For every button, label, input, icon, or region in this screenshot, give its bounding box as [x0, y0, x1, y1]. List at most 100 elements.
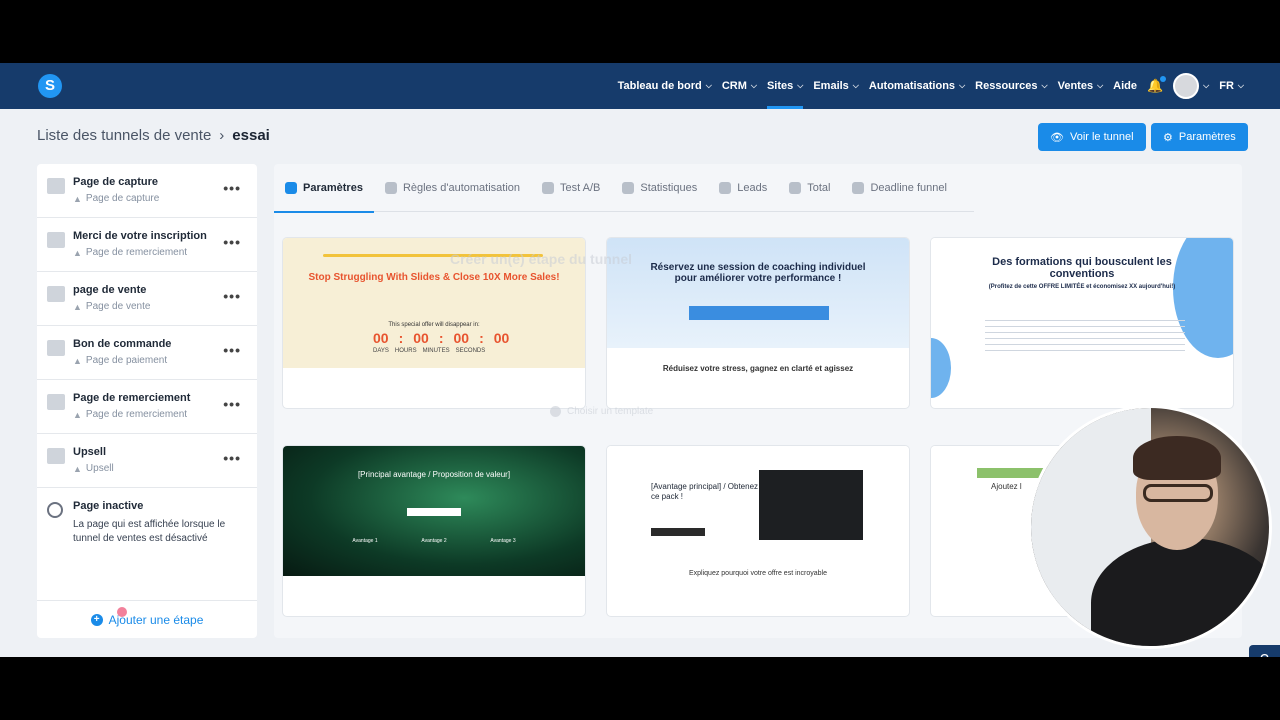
- chevron-down-icon: ⌵: [852, 81, 859, 90]
- bolt-icon: [384, 181, 397, 194]
- nav-item-aide[interactable]: Aide: [1113, 63, 1137, 109]
- sliders-icon: [285, 181, 297, 194]
- nav-item-sites[interactable]: Sites ⌵: [766, 63, 804, 109]
- template-card[interactable]: Réservez une session de coaching individ…: [607, 238, 909, 408]
- step-type: Page de remerciement: [85, 247, 188, 258]
- user-menu[interactable]: ⌵: [1173, 63, 1209, 109]
- webcam-overlay: [1028, 405, 1272, 649]
- more-options-icon[interactable]: •••: [223, 234, 241, 250]
- tab-bar: Paramètres Règles d'automatisation Test …: [274, 164, 974, 213]
- nav-item-ressources[interactable]: Ressources ⌵: [975, 63, 1047, 109]
- chevron-down-icon: ⌵: [750, 81, 757, 90]
- nav-item-crm[interactable]: CRM ⌵: [722, 63, 757, 109]
- step-type: Page de remerciement: [85, 409, 188, 420]
- help-button[interactable]: ?: [1249, 645, 1280, 657]
- settings-button[interactable]: ⚙ Paramètres: [1151, 123, 1248, 151]
- more-options-icon[interactable]: •••: [223, 450, 241, 466]
- template-thumbnail: [Avantage principal] / Obtenez ce pack !: [607, 446, 909, 576]
- check-icon: [550, 406, 561, 417]
- warning-icon: ▲: [73, 355, 82, 366]
- template-card[interactable]: Des formations qui bousculent les conven…: [931, 238, 1233, 408]
- disabled-icon: [47, 502, 63, 518]
- add-step-button[interactable]: + Ajouter une étape: [37, 600, 257, 638]
- breadcrumb-separator: ›: [219, 127, 225, 144]
- product-image: [759, 470, 863, 540]
- page-capture-icon: [47, 178, 65, 194]
- users-icon: [719, 181, 732, 194]
- notification-dot: [1160, 76, 1167, 82]
- more-options-icon[interactable]: •••: [223, 396, 241, 412]
- tab-deadline-funnel[interactable]: Deadline funnel: [841, 164, 957, 212]
- step-type: Page de capture: [85, 193, 160, 204]
- view-funnel-button[interactable]: 👁 Voir le tunnel: [1038, 123, 1146, 151]
- more-options-icon[interactable]: •••: [223, 342, 241, 358]
- image-icon: [47, 448, 65, 464]
- inactive-title: Page inactive: [73, 500, 144, 512]
- funnel-steps-list: Page de capture ▲ Page de capture ••• Mer…: [37, 164, 257, 638]
- tab-parametres[interactable]: Paramètres: [274, 164, 374, 213]
- clock-icon: [852, 181, 865, 194]
- nav-item-emails[interactable]: Emails ⌵: [813, 63, 859, 109]
- more-options-icon[interactable]: •••: [223, 288, 241, 304]
- avatar: [1173, 73, 1200, 99]
- step-item[interactable]: page de vente ▲ Page de vente •••: [37, 272, 257, 326]
- gear-icon: ⚙: [1163, 131, 1173, 144]
- step-type: Page de paiement: [85, 355, 168, 366]
- dollar-icon: [789, 181, 802, 194]
- breadcrumb-parent[interactable]: Liste des tunnels de vente: [37, 127, 211, 144]
- breadcrumb: Liste des tunnels de vente › essai: [37, 127, 270, 144]
- chevron-down-icon: ⌵: [1041, 81, 1048, 90]
- warning-icon: ▲: [73, 463, 82, 474]
- tab-regles-automatisation[interactable]: Règles d'automatisation: [374, 164, 531, 212]
- warning-icon: ▲: [73, 193, 82, 204]
- template-thumbnail: Réservez une session de coaching individ…: [607, 238, 909, 348]
- chart-icon: [622, 181, 635, 194]
- nav-item-tableau-de-bord[interactable]: Tableau de bord ⌵: [618, 63, 712, 109]
- language-selector[interactable]: FR ⌵: [1219, 63, 1244, 109]
- mouse-cursor: [117, 607, 127, 617]
- inactive-description: La page qui est affichée lorsque le tunn…: [73, 519, 226, 544]
- step-item[interactable]: Page de capture ▲ Page de capture •••: [37, 164, 257, 218]
- nav-item-automatisations[interactable]: Automatisations ⌵: [869, 63, 965, 109]
- step-item[interactable]: Upsell ▲ Upsell •••: [37, 434, 257, 488]
- tab-total[interactable]: Total: [778, 164, 841, 212]
- cart-check-icon: [47, 394, 65, 410]
- step-item[interactable]: Page de remerciement ▲ Page de remercieme…: [37, 380, 257, 434]
- tab-test-ab[interactable]: Test A/B: [531, 164, 611, 212]
- template-cta: [689, 306, 829, 320]
- breadcrumb-current: essai: [232, 127, 270, 144]
- top-navigation: S Tableau de bord ⌵ CRM ⌵ Sites ⌵ Emails ⌵ A…: [0, 63, 1280, 109]
- plus-icon: +: [90, 613, 103, 626]
- thank-you-icon: [47, 232, 65, 248]
- step-item[interactable]: Merci de votre inscription ▲ Page de reme…: [37, 218, 257, 272]
- step-type: Page de vente: [85, 301, 151, 312]
- modal-ghost-option: Choisir un template: [550, 406, 653, 417]
- chevron-down-icon: ⌵: [959, 81, 966, 90]
- modal-ghost-title: Créer un(e) étape du tunnel: [450, 251, 633, 267]
- notification-bell-icon[interactable]: 🔔: [1147, 76, 1167, 94]
- nav-item-ventes[interactable]: Ventes ⌵: [1058, 63, 1104, 109]
- inactive-page-item[interactable]: Page inactive La page qui est affichée l…: [37, 488, 257, 544]
- template-thumbnail: [Principal avantage / Proposition de val…: [283, 446, 585, 576]
- chevron-down-icon: ⌵: [1097, 81, 1104, 90]
- template-thumbnail: Des formations qui bousculent les conven…: [931, 238, 1233, 398]
- tab-leads[interactable]: Leads: [708, 164, 778, 212]
- split-icon: [542, 181, 554, 194]
- step-item[interactable]: Bon de commande ▲ Page de paiement •••: [37, 326, 257, 380]
- tab-statistiques[interactable]: Statistiques: [611, 164, 708, 212]
- chevron-down-icon: ⌵: [705, 81, 712, 90]
- warning-icon: ▲: [73, 247, 82, 258]
- app-logo[interactable]: S: [38, 74, 62, 98]
- step-type: Upsell: [85, 463, 114, 474]
- countdown-timer: 00: 00: 00: 00: [373, 330, 510, 346]
- chevron-down-icon: ⌵: [797, 81, 804, 90]
- cart-icon: [47, 340, 65, 356]
- warning-icon: ▲: [73, 409, 82, 420]
- coins-icon: [47, 286, 65, 302]
- more-options-icon[interactable]: •••: [223, 180, 241, 196]
- nav-menu: Tableau de bord ⌵ CRM ⌵ Sites ⌵ Emails ⌵ Aut…: [618, 63, 1244, 109]
- template-card[interactable]: [Principal avantage / Proposition de val…: [283, 446, 585, 616]
- template-card[interactable]: [Avantage principal] / Obtenez ce pack !…: [607, 446, 909, 616]
- eye-icon: 👁: [1050, 131, 1064, 144]
- chevron-down-icon: ⌵: [1237, 81, 1244, 90]
